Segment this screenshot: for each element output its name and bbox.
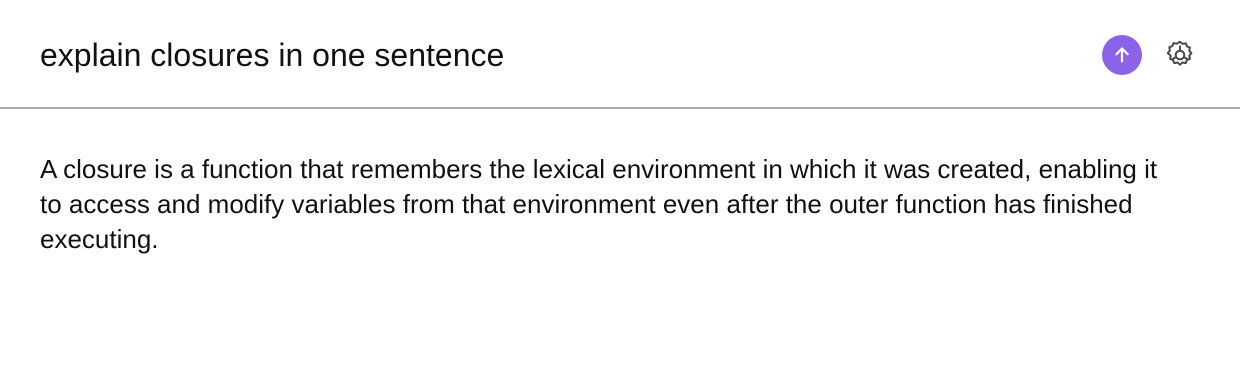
- assistant-window: A closure is a function that remembers t…: [0, 0, 1240, 376]
- response-text: A closure is a function that remembers t…: [40, 154, 1158, 254]
- arrow-up-icon: [1111, 44, 1133, 66]
- send-button[interactable]: [1102, 35, 1142, 75]
- prompt-input[interactable]: [40, 33, 1040, 77]
- prompt-bar: [0, 0, 1240, 109]
- gear-icon: [1163, 38, 1197, 72]
- settings-button[interactable]: [1162, 37, 1198, 73]
